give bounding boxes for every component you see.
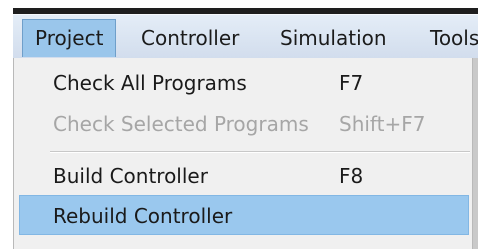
menu-item-shortcut: F7 xyxy=(339,71,364,95)
menu-item-rebuild-controller[interactable]: Rebuild Controller xyxy=(19,195,469,235)
menu-controller[interactable]: Controller xyxy=(141,19,239,57)
menu-item-build-controller[interactable]: Build Controller F8 xyxy=(19,156,469,196)
menu-item-shortcut: Shift+F7 xyxy=(339,112,426,136)
menu-simulation[interactable]: Simulation xyxy=(280,19,387,57)
menu-item-label: Check Selected Programs xyxy=(53,112,309,136)
menu-item-label: Build Controller xyxy=(53,164,208,188)
menu-item-label: Rebuild Controller xyxy=(53,204,233,228)
menu-separator xyxy=(50,151,470,153)
menu-tools[interactable]: Tools xyxy=(430,19,478,57)
menu-item-shortcut: F8 xyxy=(339,164,364,188)
menu-bar: Project Controller Simulation Tools xyxy=(13,14,478,58)
menu-item-label: Check All Programs xyxy=(53,71,247,95)
menu-item-check-all-programs[interactable]: Check All Programs F7 xyxy=(19,63,469,103)
menu-project[interactable]: Project xyxy=(22,19,117,57)
app-window: Project Controller Simulation Tools Chec… xyxy=(0,0,478,249)
project-dropdown-menu: Check All Programs F7 Check Selected Pro… xyxy=(13,58,473,249)
dropdown-shadow xyxy=(473,58,478,249)
menu-item-check-selected-programs[interactable]: Check Selected Programs Shift+F7 xyxy=(19,104,469,144)
